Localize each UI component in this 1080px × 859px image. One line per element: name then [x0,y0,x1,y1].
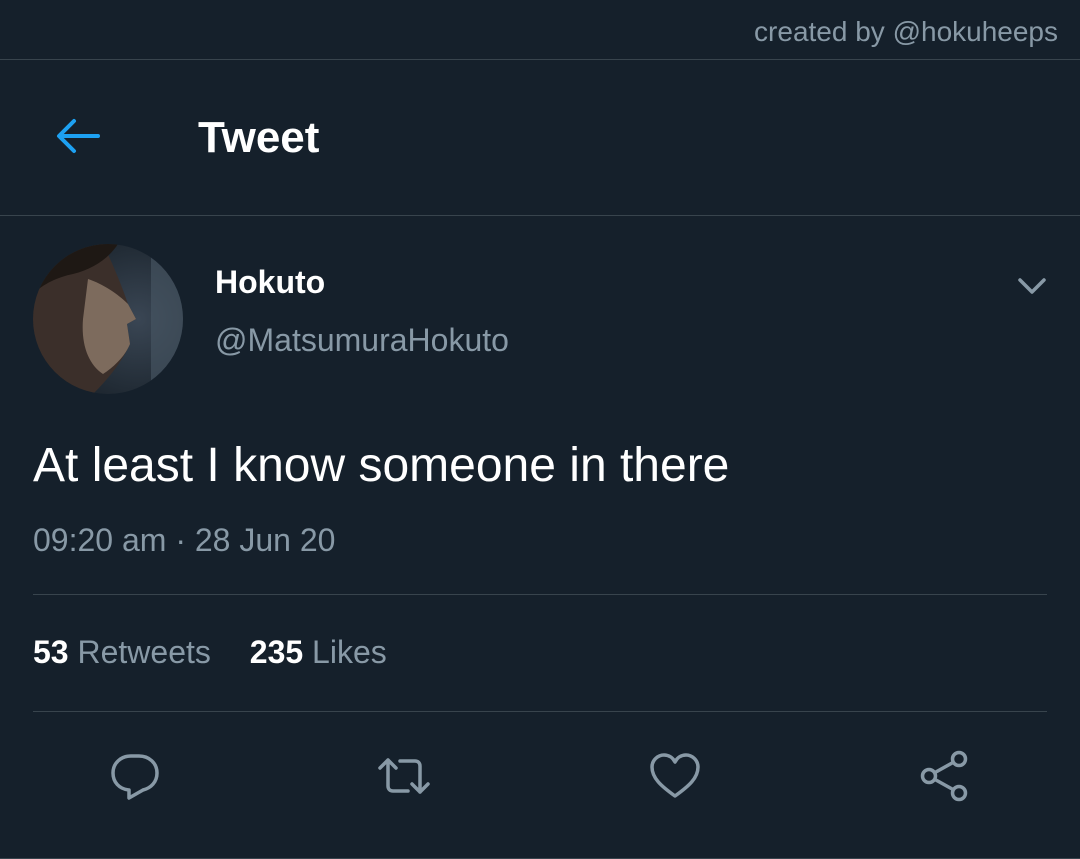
header: Tweet [0,61,1080,216]
credit-text: created by @hokuheeps [754,16,1058,47]
avatar-photo [33,244,183,394]
divider [33,594,1047,595]
likes-count: 235 [249,634,304,670]
author-name[interactable]: Hokuto [215,264,325,301]
retweets-count: 53 [33,634,69,670]
tweet-detail-screen: created by @hokuheeps Tweet Hokuto @Mats… [0,0,1080,859]
retweet-icon [378,758,430,794]
retweet-button[interactable] [376,748,432,804]
arrow-left-icon [57,119,100,153]
likes-label: Likes [312,634,387,670]
share-icon [920,750,968,802]
retweets-stat[interactable]: 53 Retweets [33,634,211,671]
share-button[interactable] [916,748,972,804]
likes-stat[interactable]: 235 Likes [250,634,387,671]
author-handle[interactable]: @MatsumuraHokuto [215,322,509,359]
tweet-text: At least I know someone in there [33,439,730,492]
tweet-time: 09:20 am [33,522,167,558]
page-title: Tweet [198,113,320,162]
back-button[interactable] [48,111,108,161]
like-button[interactable] [647,748,703,804]
tweet-date: 28 Jun 20 [194,522,336,558]
heart-icon [650,753,700,798]
meta-separator: · [175,522,186,558]
retweets-label: Retweets [77,634,211,670]
chevron-down-icon [1018,278,1046,294]
divider [33,711,1047,712]
reply-icon [111,754,159,800]
tweet-stats: 53 Retweets 235 Likes [33,634,417,671]
more-options-button[interactable] [1012,270,1052,302]
credit-bar: created by @hokuheeps [0,0,1080,60]
tweet-timestamp[interactable]: 09:20 am · 28 Jun 20 [33,522,335,559]
reply-button[interactable] [107,748,163,804]
avatar[interactable] [33,244,183,394]
